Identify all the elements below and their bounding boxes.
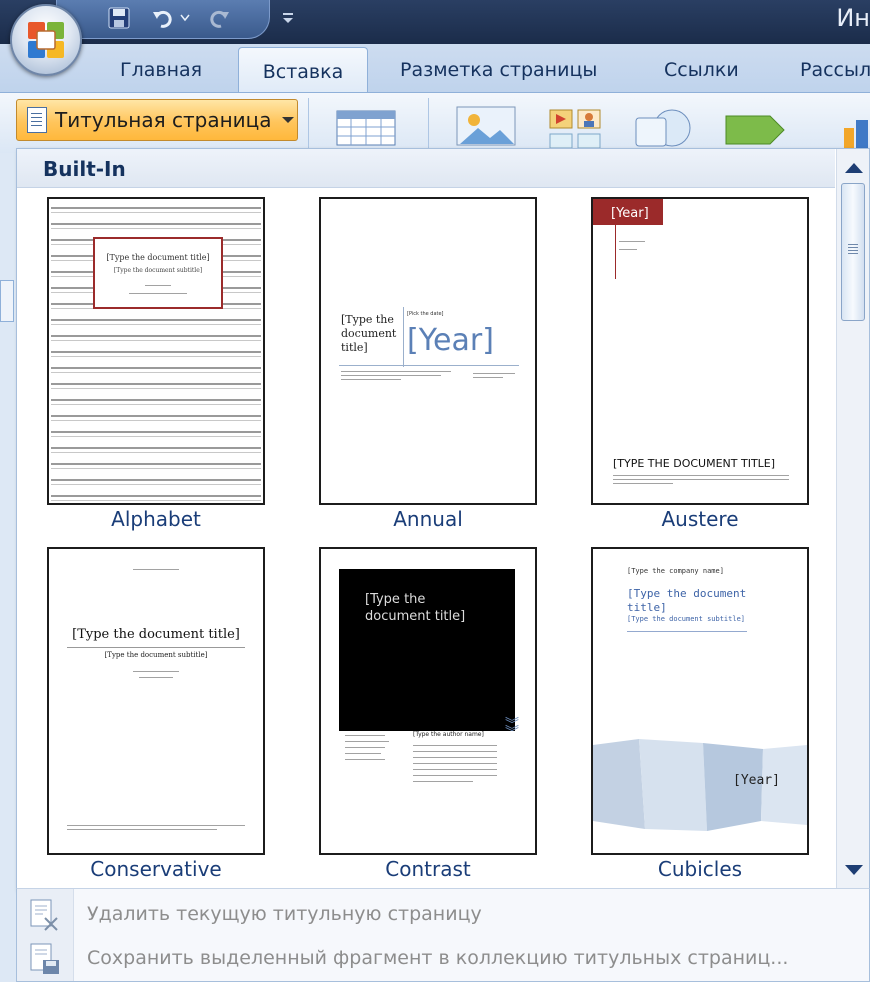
cover-label: Austere xyxy=(661,507,739,531)
cover-label: Alphabet xyxy=(111,507,201,531)
remove-cover-page-label: Удалить текущую титульную страницу xyxy=(87,903,482,925)
remove-page-icon xyxy=(23,894,63,934)
gallery-scrollbar[interactable] xyxy=(836,149,869,889)
customize-qat-icon[interactable] xyxy=(280,8,296,28)
cover-annual[interactable]: [Type the document title] [Pick the date… xyxy=(319,197,537,505)
smartart-icon[interactable] xyxy=(724,112,788,152)
tab-mailings[interactable]: Рассыл xyxy=(800,44,870,92)
document-edge xyxy=(0,280,14,322)
tab-home[interactable]: Главная xyxy=(120,44,202,92)
cover-alphabet[interactable]: [Type the document title] [Type the docu… xyxy=(47,197,265,505)
cover-label: Conservative xyxy=(90,857,222,881)
preview-company: [Type the company name] xyxy=(627,567,724,575)
office-logo-icon xyxy=(28,22,64,58)
cover-page-button[interactable]: Титульная страница xyxy=(16,99,298,141)
title-box: [Type the document title] [Type the docu… xyxy=(93,237,223,309)
chevron-down-icon xyxy=(281,117,294,123)
clip-art-icon[interactable] xyxy=(548,108,604,152)
cover-label: Contrast xyxy=(385,857,471,881)
table-icon[interactable] xyxy=(336,110,396,150)
preview-title: [Type the document title] xyxy=(341,313,397,354)
gallery-menu: Удалить текущую титульную страницу Сохра… xyxy=(16,888,870,982)
preview-title: [Type the document title] xyxy=(365,592,466,624)
office-button[interactable] xyxy=(10,4,82,76)
scroll-up-icon[interactable] xyxy=(845,163,863,173)
chart-icon[interactable] xyxy=(842,118,870,152)
cover-label: Cubicles xyxy=(657,857,743,881)
remove-cover-page-item[interactable]: Удалить текущую титульную страницу xyxy=(17,893,869,935)
cover-contrast[interactable]: [Type the document title] ︾ ︾ [Type the a… xyxy=(319,547,537,855)
preview-subtitle: [Type the document subtitle] xyxy=(113,267,203,274)
title-bar: Ин xyxy=(0,0,870,44)
preview-author: [Type the author name] xyxy=(413,731,484,738)
cover-label: Annual xyxy=(393,507,463,531)
scroll-down-icon[interactable] xyxy=(845,865,863,875)
preview-title: [TYPE THE DOCUMENT TITLE] xyxy=(613,457,776,470)
preview-title: [Type the document title] xyxy=(72,627,240,642)
cover-austere[interactable]: [Year] [TYPE THE DOCUMENT TITLE] xyxy=(591,197,809,505)
cover-page-label: Титульная страница xyxy=(55,108,272,132)
preview-year: [Year] xyxy=(407,323,494,358)
cover-conservative[interactable]: [Type the document title] [Type the docu… xyxy=(47,547,265,855)
ribbon-separator xyxy=(308,98,309,150)
preview-year: [Year] xyxy=(733,773,780,788)
shapes-icon[interactable] xyxy=(632,108,696,152)
gallery-section-header: Built-In xyxy=(17,149,835,188)
picture-icon[interactable] xyxy=(456,106,516,150)
cover-page-icon xyxy=(27,107,47,133)
save-to-gallery-icon xyxy=(23,938,63,978)
save-selection-item[interactable]: Сохранить выделенный фрагмент в коллекци… xyxy=(17,937,869,979)
cover-cubicles[interactable]: [Type the company name] [Type the docume… xyxy=(591,547,809,855)
scroll-thumb[interactable] xyxy=(841,183,865,321)
quick-access-toolbar xyxy=(56,0,270,39)
preview-title: [Type the document title] xyxy=(106,253,210,262)
ribbon-separator xyxy=(428,98,429,150)
title-block: [Type the document title] ︾ ︾ xyxy=(339,569,519,740)
cover-page-gallery: Built-In [Type the document title] [Type… xyxy=(16,148,870,890)
undo-dropdown-icon[interactable] xyxy=(177,5,193,31)
chevron-down-icon: ︾ ︾ xyxy=(505,717,519,741)
preview-title: [Type the document title] xyxy=(627,587,747,614)
preview-subtitle: [Type the document subtitle] xyxy=(627,615,746,623)
redo-icon[interactable] xyxy=(205,5,233,31)
section-title: Built-In xyxy=(43,157,126,181)
undo-icon[interactable] xyxy=(149,5,177,31)
preview-subtitle: [Type the document subtitle] xyxy=(104,651,208,659)
tab-insert[interactable]: Вставка xyxy=(238,47,368,94)
ribbon-tabs: Главная Вставка Разметка страницы Ссылки… xyxy=(0,44,870,94)
tab-references[interactable]: Ссылки xyxy=(664,44,739,92)
preview-year: [Year] xyxy=(593,199,663,225)
tab-page-layout[interactable]: Разметка страницы xyxy=(400,44,597,92)
preview-date: [Pick the date] xyxy=(407,311,444,317)
save-selection-label: Сохранить выделенный фрагмент в коллекци… xyxy=(87,947,789,969)
save-icon[interactable] xyxy=(105,5,133,31)
window-title: Ин xyxy=(836,4,870,32)
